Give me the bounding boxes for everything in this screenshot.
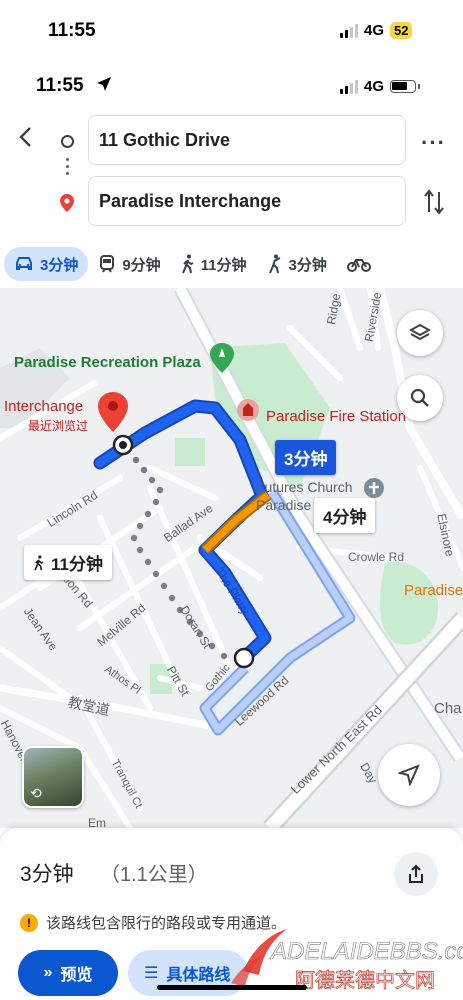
preview-button[interactable]: » 预览 <box>18 950 118 996</box>
route-time-bubble-alt[interactable]: 4分钟 <box>314 498 376 533</box>
battery-level: 52 <box>390 22 413 39</box>
route-time-bubble-walking[interactable]: 11分钟 <box>24 545 112 580</box>
share-icon <box>409 864 423 883</box>
swap-icon <box>424 189 444 215</box>
street-view-thumbnail[interactable]: ⟲ <box>22 746 84 808</box>
mode-ride-label: 3分钟 <box>288 256 327 274</box>
back-arrow-icon <box>19 127 31 147</box>
origin-field[interactable]: 11 Gothic Drive <box>88 115 406 165</box>
mode-driving-label: 3分钟 <box>40 256 79 274</box>
mode-walking-label: 11分钟 <box>200 256 247 274</box>
interchange-pin-icon[interactable] <box>98 392 128 437</box>
battery-icon <box>390 80 417 93</box>
street-em: Em <box>88 816 106 828</box>
mode-driving[interactable]: 3分钟 <box>4 247 89 281</box>
layers-icon <box>409 323 431 341</box>
inner-status-bar: 11:55 4G <box>0 64 463 104</box>
ride-icon <box>268 254 280 274</box>
mode-ride[interactable]: 3分钟 <box>257 247 337 281</box>
street-crowle: Crowle Rd <box>348 550 405 564</box>
route-time-selected: 3分钟 <box>284 450 328 469</box>
search-icon <box>410 388 429 407</box>
my-location-button[interactable] <box>378 744 440 806</box>
signal-icon <box>340 79 358 94</box>
recreation-plaza-pin-icon[interactable] <box>210 343 234 378</box>
inner-status-time: 11:55 <box>36 75 84 96</box>
walk-icon <box>34 554 44 571</box>
car-icon <box>16 257 32 270</box>
location-arrow-icon <box>96 76 112 97</box>
route-time-alt: 4分钟 <box>323 508 367 527</box>
home-indicator <box>157 985 307 990</box>
summary-distance: （1.1公里） <box>100 864 208 886</box>
preview-icon: » <box>43 964 53 981</box>
map-view[interactable]: Paradise Recreation Plaza Paradise Fire … <box>0 288 463 828</box>
outer-status-bar: 11:55 4G 52 <box>0 8 463 48</box>
warning-icon: ! <box>20 913 38 932</box>
swap-button[interactable] <box>423 188 445 221</box>
route-time-walking: 11分钟 <box>51 555 103 574</box>
fire-station-pin-icon[interactable] <box>236 398 260 427</box>
mode-transit[interactable]: 9分钟 <box>88 247 170 281</box>
share-button[interactable] <box>394 852 438 896</box>
walk-icon <box>181 254 194 274</box>
label-fire-station: Paradise Fire Station <box>266 408 407 425</box>
bike-icon <box>346 259 371 272</box>
search-map-button[interactable] <box>397 375 443 421</box>
steps-label: 具体路线 <box>166 967 231 984</box>
more-options-button[interactable]: ··· <box>421 130 446 156</box>
label-recently-viewed: 最近浏览过 <box>28 419 89 433</box>
destination-field[interactable]: Paradise Interchange <box>88 176 406 226</box>
mode-transit-label: 9分钟 <box>122 256 161 274</box>
outer-status-time: 11:55 <box>48 20 96 41</box>
label-cha: Cha <box>434 700 462 717</box>
layers-button[interactable] <box>397 310 443 356</box>
route-dots-icon <box>66 158 69 179</box>
watermark-sub: 阿德莱德中文网 <box>295 968 435 992</box>
directions-panel: 11 Gothic Drive Paradise Interchange ··· <box>0 108 463 238</box>
street-view-rotate-icon: ⟲ <box>30 785 42 801</box>
label-recreation-plaza: Paradise Recreation Plaza <box>14 354 201 371</box>
summary-time: 3分钟 <box>20 863 74 886</box>
navigation-arrow-icon <box>398 764 420 786</box>
transit-icon <box>100 255 115 273</box>
watermark-brand: ADELAIDEBBS.com <box>269 938 463 965</box>
mode-walking[interactable]: 11分钟 <box>171 247 257 281</box>
label-interchange: Interchange <box>4 398 84 415</box>
list-icon: ☰ <box>144 965 159 982</box>
destination-pin-icon <box>60 194 74 217</box>
preview-label: 预览 <box>60 967 93 984</box>
back-button[interactable] <box>14 125 38 149</box>
mode-cycling[interactable] <box>337 247 381 281</box>
label-paradise: Paradise <box>404 582 463 599</box>
network-type: 4G <box>364 78 385 95</box>
network-type: 4G <box>364 22 385 39</box>
travel-mode-bar: 3分钟 9分钟 11分钟 3分钟 <box>0 246 463 282</box>
origin-marker-icon <box>61 135 74 148</box>
label-futures-church: Futures Church <box>256 479 353 495</box>
signal-icon <box>340 23 358 38</box>
route-time-bubble-selected[interactable]: 3分钟 <box>275 440 337 475</box>
